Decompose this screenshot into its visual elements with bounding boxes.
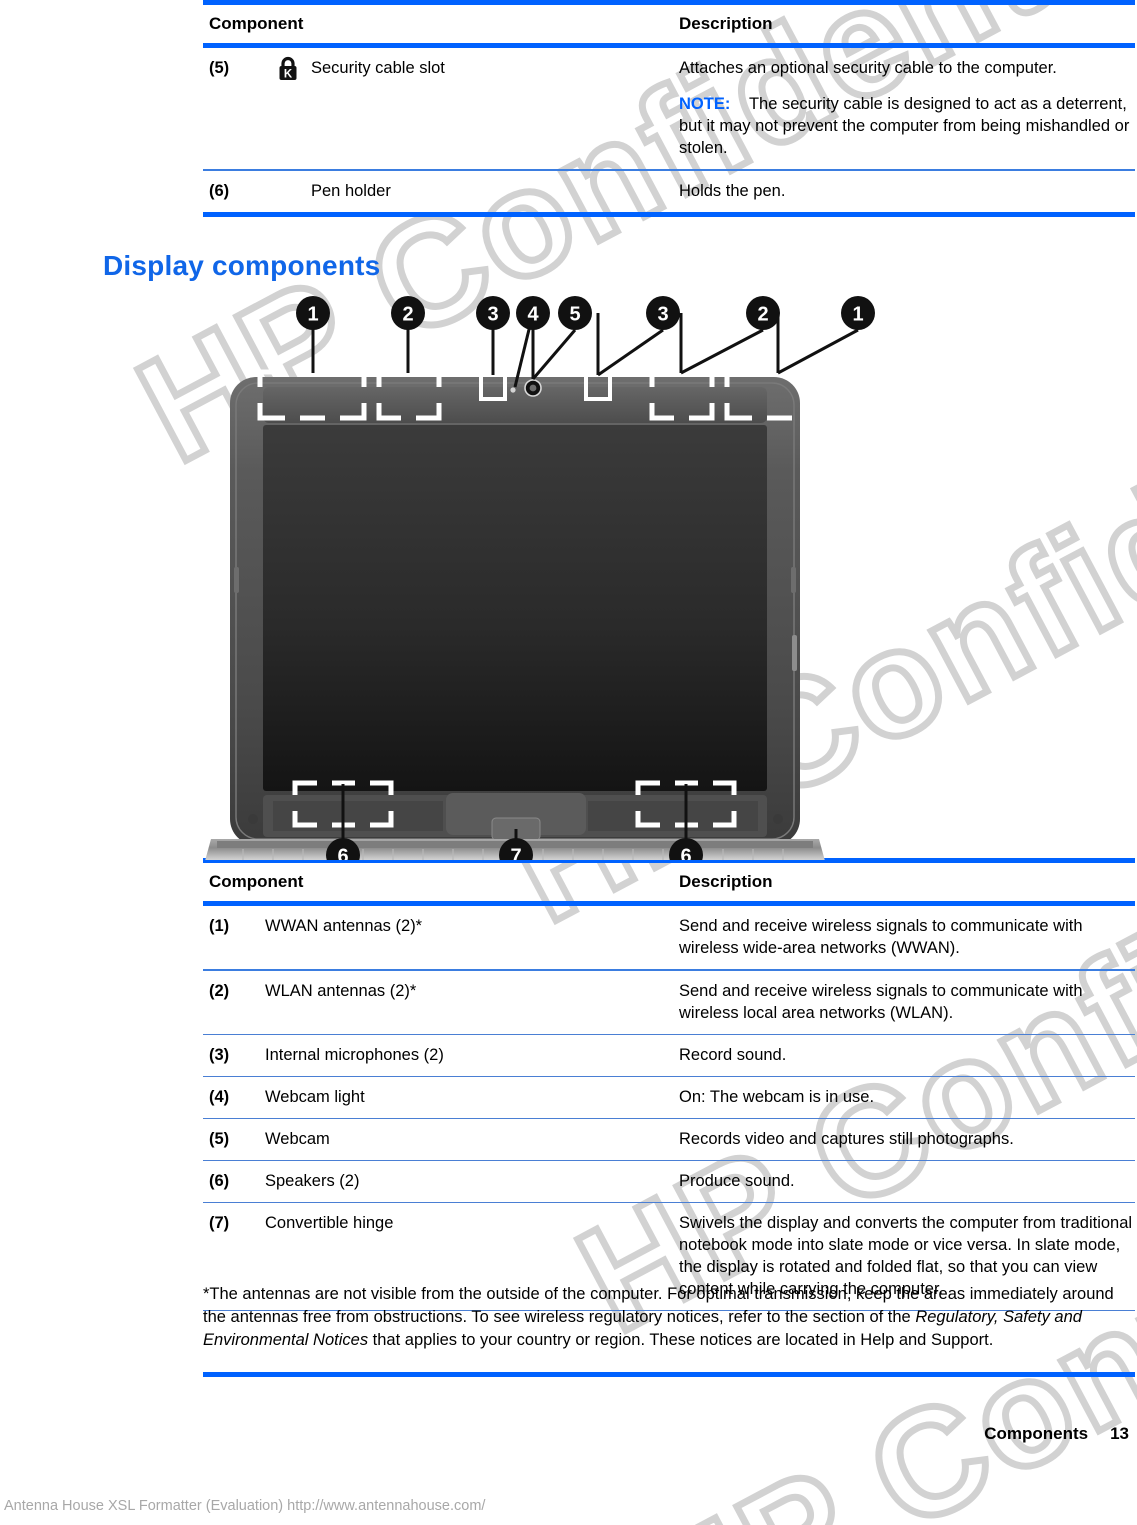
footnote-bottom-rule-wrap bbox=[203, 1372, 1135, 1377]
svg-text:1: 1 bbox=[852, 304, 863, 326]
component-name: WLAN antennas (2)* bbox=[265, 982, 417, 1000]
table-header-row: Component Description bbox=[203, 5, 1135, 43]
table-header-component: Component bbox=[209, 14, 304, 33]
table-header-component: Component bbox=[209, 872, 304, 891]
callout-bubble: 3 bbox=[646, 296, 680, 330]
table-row: (6) Speakers (2) Produce sound. bbox=[203, 1161, 1135, 1202]
empty-icon-cell bbox=[265, 180, 311, 202]
callout-number: (2) bbox=[209, 982, 230, 1000]
components-table-bottom: Component Description (1) WWAN antennas … bbox=[203, 858, 1135, 1311]
table-row: (4) Webcam light On: The webcam is in us… bbox=[203, 1077, 1135, 1118]
table-row: (5) K Security cable slot Attaches an op… bbox=[203, 48, 1135, 169]
security-lock-icon: K bbox=[265, 54, 311, 159]
components-table-top: Component Description (5) K Security cab… bbox=[203, 0, 1135, 217]
display-components-illustration: 1 2 3 4 5 3 2 1 6 7 6 bbox=[203, 295, 1135, 860]
callout-bubble: 4 bbox=[516, 296, 550, 330]
table-row: (2) WLAN antennas (2)* Send and receive … bbox=[203, 971, 1135, 1034]
table-row: (3) Internal microphones (2) Record soun… bbox=[203, 1035, 1135, 1076]
page-footer: Components 13 bbox=[984, 1424, 1129, 1444]
table-row: (5) Webcam Records video and captures st… bbox=[203, 1119, 1135, 1160]
footer-page-number: 13 bbox=[1110, 1424, 1129, 1443]
callout-bubbles-top: 1 2 3 4 5 3 2 1 bbox=[296, 296, 875, 330]
document-page: Component Description (5) K Security cab… bbox=[0, 0, 1137, 1525]
component-name: Pen holder bbox=[311, 182, 391, 200]
svg-text:2: 2 bbox=[757, 304, 768, 326]
svg-text:7: 7 bbox=[510, 846, 521, 861]
page-title: Display components bbox=[103, 250, 381, 281]
callout-number: (3) bbox=[209, 1046, 230, 1064]
callout-bubble: 1 bbox=[296, 296, 330, 330]
svg-text:5: 5 bbox=[569, 304, 580, 326]
antenna-footnote: *The antennas are not visible from the o… bbox=[203, 1283, 1135, 1352]
table-header-description: Description bbox=[679, 14, 773, 33]
callout-bubble: 3 bbox=[476, 296, 510, 330]
component-description: Records video and captures still photogr… bbox=[679, 1130, 1014, 1148]
table-bottom-rule bbox=[203, 212, 1135, 217]
component-description: Produce sound. bbox=[679, 1172, 795, 1190]
svg-text:6: 6 bbox=[680, 846, 691, 861]
callout-number: (5) bbox=[209, 1130, 230, 1148]
note-text: The security cable is designed to act as… bbox=[679, 95, 1130, 157]
footnote-bottom-rule bbox=[203, 1372, 1135, 1377]
component-description: Attaches an optional security cable to t… bbox=[679, 59, 1057, 77]
component-name: WWAN antennas (2)* bbox=[265, 917, 423, 935]
note-label: NOTE: bbox=[679, 95, 731, 113]
callout-bubble: 5 bbox=[558, 296, 592, 330]
svg-text:4: 4 bbox=[527, 304, 539, 326]
callout-number: (6) bbox=[209, 182, 230, 200]
callout-bubble: 2 bbox=[746, 296, 780, 330]
component-description: Send and receive wireless signals to com… bbox=[679, 982, 1083, 1022]
table-row: (1) WWAN antennas (2)* Send and receive … bbox=[203, 906, 1135, 969]
svg-text:3: 3 bbox=[657, 304, 668, 326]
component-description: On: The webcam is in use. bbox=[679, 1088, 875, 1106]
evaluation-notice: Antenna House XSL Formatter (Evaluation)… bbox=[4, 1498, 486, 1514]
callout-number: (4) bbox=[209, 1088, 230, 1106]
component-description: Holds the pen. bbox=[679, 182, 786, 200]
component-name: Webcam light bbox=[265, 1088, 365, 1106]
svg-text:3: 3 bbox=[487, 304, 498, 326]
footer-section-label: Components bbox=[984, 1424, 1089, 1443]
callout-number: (5) bbox=[209, 59, 230, 77]
callout-number: (6) bbox=[209, 1172, 230, 1190]
note-block: NOTE: The security cable is designed to … bbox=[679, 93, 1137, 159]
table-row: (6) Pen holder Holds the pen. bbox=[203, 171, 1135, 212]
component-description: Send and receive wireless signals to com… bbox=[679, 917, 1083, 957]
laptop-lid bbox=[230, 377, 800, 845]
component-description: Record sound. bbox=[679, 1046, 787, 1064]
table-header-row: Component Description bbox=[203, 863, 1135, 901]
callout-bubble: 1 bbox=[841, 296, 875, 330]
svg-text:6: 6 bbox=[337, 846, 348, 861]
footnote-part2: that applies to your country or region. … bbox=[368, 1331, 994, 1349]
svg-text:1: 1 bbox=[307, 304, 318, 326]
svg-text:2: 2 bbox=[402, 304, 413, 326]
component-name: Webcam bbox=[265, 1130, 330, 1148]
svg-text:K: K bbox=[284, 68, 293, 80]
component-name: Speakers (2) bbox=[265, 1172, 360, 1190]
component-name: Internal microphones (2) bbox=[265, 1046, 444, 1064]
callout-number: (1) bbox=[209, 917, 230, 935]
table-header-description: Description bbox=[679, 872, 773, 891]
component-name: Security cable slot bbox=[311, 59, 445, 77]
callout-bubble: 2 bbox=[391, 296, 425, 330]
